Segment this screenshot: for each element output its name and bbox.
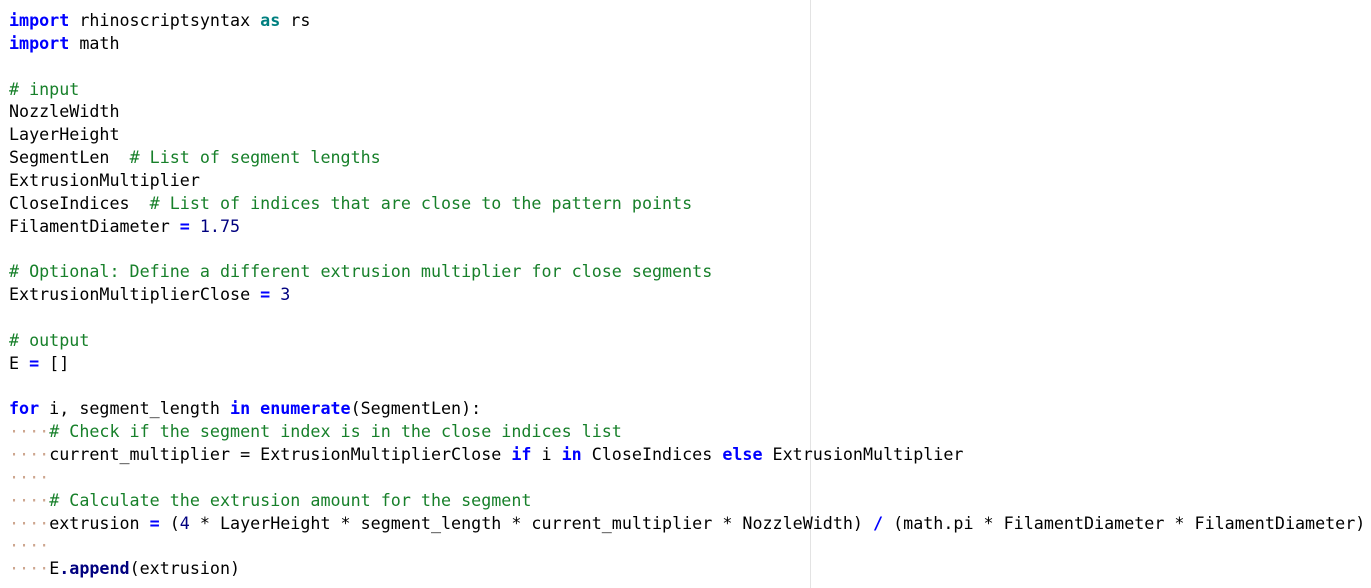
code-editor[interactable]: import rhinoscriptsyntax as rs import mat…	[0, 0, 1371, 588]
code-line[interactable]: ExtrusionMultiplier	[9, 169, 1371, 192]
code-keyword: in	[230, 398, 251, 419]
code-comment: # output	[9, 329, 90, 350]
code-token: CloseIndices	[9, 192, 150, 213]
code-token: LayerHeight	[9, 124, 120, 145]
code-line[interactable]: ····# Calculate the extrusion amount for…	[9, 489, 1371, 512]
code-token: NozzleWidth	[9, 101, 120, 122]
code-line[interactable]: ExtrusionMultiplierClose = 3	[9, 283, 1371, 306]
code-token: (	[159, 512, 180, 533]
code-line[interactable]: import math	[9, 32, 1371, 55]
indent-guide-dots: ····	[9, 535, 50, 556]
code-line[interactable]: # input	[9, 78, 1371, 101]
code-line[interactable]: # Optional: Define a different extrusion…	[9, 260, 1371, 283]
code-token: ExtrusionMultiplier	[762, 444, 964, 465]
code-line[interactable]: LayerHeight	[9, 123, 1371, 146]
code-line[interactable]: NozzleWidth	[9, 100, 1371, 123]
code-operator: /	[873, 512, 884, 533]
code-keyword: if	[511, 444, 532, 465]
code-operator: =	[260, 284, 271, 305]
code-keyword: import	[9, 32, 70, 53]
code-line[interactable]: ​	[9, 55, 1371, 78]
code-token: extrusion	[49, 512, 150, 533]
code-line[interactable]: import rhinoscriptsyntax as rs	[9, 9, 1371, 32]
code-number: 1.75	[199, 215, 241, 236]
code-token: i	[531, 444, 562, 465]
code-line[interactable]: for i, segment_length in enumerate(Segme…	[9, 397, 1371, 420]
code-line[interactable]: ····current_multiplier = ExtrusionMultip…	[9, 443, 1371, 466]
code-line[interactable]: ​	[9, 237, 1371, 260]
code-line[interactable]: ​	[9, 306, 1371, 329]
code-token: rhinoscriptsyntax	[69, 10, 261, 30]
indent-guide-dots: ····	[9, 444, 50, 465]
code-token: (math.pi * FilamentDiameter * FilamentDi…	[883, 512, 1366, 533]
code-token: rs	[280, 10, 311, 30]
code-operator: =	[149, 512, 160, 533]
indent-guide-dots: ····	[9, 512, 50, 533]
code-line[interactable]: ····E.append(extrusion)	[9, 557, 1371, 580]
code-token: CloseIndices	[581, 444, 723, 465]
code-line[interactable]: ····	[9, 466, 1371, 489]
code-token: (SegmentLen):	[350, 398, 482, 419]
code-line[interactable]: SegmentLen # List of segment lengths	[9, 146, 1371, 169]
code-operator: =	[179, 215, 190, 236]
code-token: E	[9, 352, 30, 373]
code-comment: # Optional: Define a different extrusion…	[9, 261, 713, 282]
code-token: i, segment_length	[39, 398, 231, 419]
code-line[interactable]: ····extrusion = (4 * LayerHeight * segme…	[9, 512, 1371, 535]
code-token: (extrusion)	[129, 558, 241, 579]
code-token: .	[59, 558, 70, 579]
code-line[interactable]: ····	[9, 534, 1371, 557]
code-token: FilamentDiameter	[9, 215, 180, 236]
code-line[interactable]: # output	[9, 329, 1371, 352]
code-token: E	[49, 558, 60, 579]
code-line[interactable]: CloseIndices # List of indices that are …	[9, 192, 1371, 215]
code-keyword: for	[9, 398, 40, 419]
code-token: math	[69, 32, 120, 53]
code-keyword: as	[260, 10, 281, 30]
code-text-area[interactable]: import rhinoscriptsyntax as rs import mat…	[9, 9, 1371, 580]
code-comment: # Calculate the extrusion amount for the…	[49, 489, 532, 510]
code-token: SegmentLen	[9, 147, 130, 168]
code-token: current_multiplier = ExtrusionMultiplier…	[49, 444, 512, 465]
code-line[interactable]: E = []	[9, 352, 1371, 375]
code-token: []	[39, 352, 70, 373]
code-keyword: import	[9, 10, 70, 30]
code-comment: # input	[9, 78, 80, 99]
code-operator: =	[29, 352, 40, 373]
code-number: 4	[179, 512, 190, 533]
code-comment: # List of segment lengths	[129, 147, 381, 168]
code-method: append	[69, 558, 130, 579]
code-keyword: in	[561, 444, 582, 465]
code-line[interactable]: ····# Check if the segment index is in t…	[9, 420, 1371, 443]
code-token: * LayerHeight * segment_length * current…	[189, 512, 874, 533]
code-comment: # List of indices that are close to the …	[149, 192, 693, 213]
code-line[interactable]: FilamentDiameter = 1.75	[9, 215, 1371, 238]
code-number: 3	[280, 284, 291, 305]
code-keyword: else	[722, 444, 763, 465]
code-line[interactable]: ​	[9, 375, 1371, 398]
indent-guide-dots: ····	[9, 466, 50, 487]
code-comment: # Check if the segment index is in the c…	[49, 421, 622, 442]
code-builtin: enumerate	[260, 398, 351, 419]
code-token: ExtrusionMultiplierClose	[9, 284, 261, 305]
indent-guide-dots: ····	[9, 489, 50, 510]
code-token: ExtrusionMultiplier	[9, 169, 200, 190]
indent-guide-dots: ····	[9, 558, 50, 579]
indent-guide-dots: ····	[9, 421, 50, 442]
